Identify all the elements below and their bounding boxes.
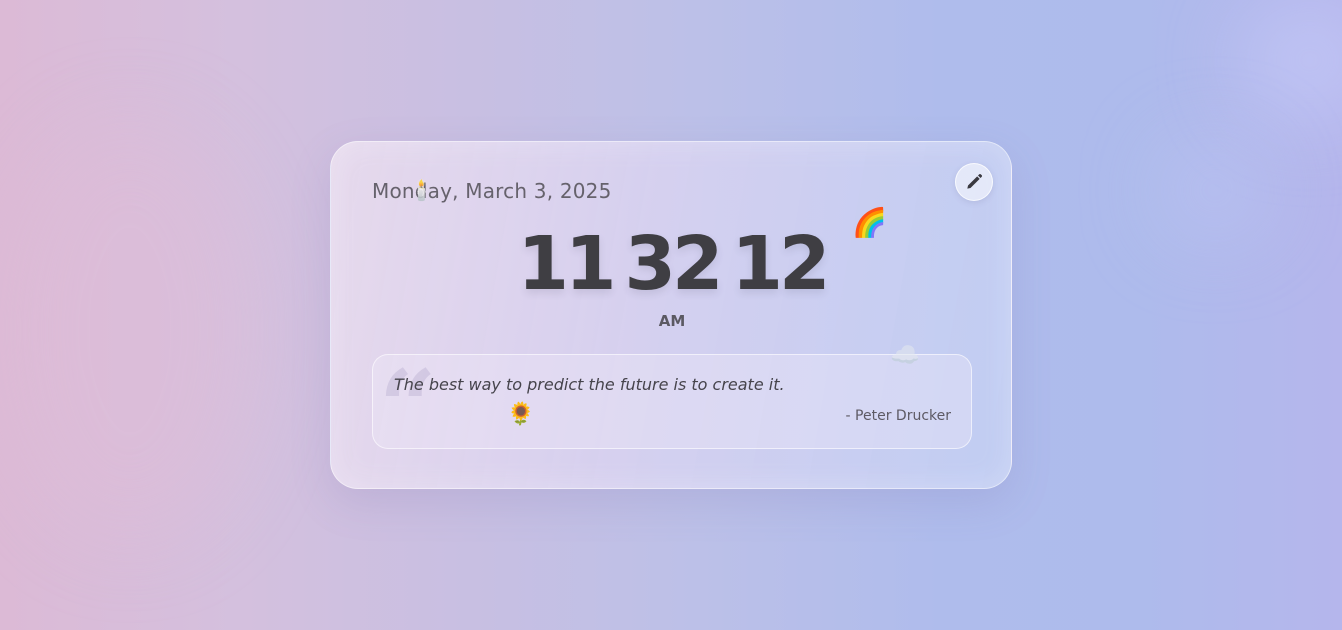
time-minutes: 32 [624, 221, 724, 307]
quote-author: - Peter Drucker [845, 408, 951, 424]
background-glow [1240, 0, 1342, 120]
quote-text: The best way to predict the future is to… [394, 375, 785, 394]
date-label: Monday, March 3, 2025 [372, 179, 612, 203]
quote-box: “ The best way to predict the future is … [372, 354, 972, 457]
sunflower-icon: 🌻 [507, 402, 535, 427]
candle-icon: 🕯️ [409, 178, 434, 202]
clock-widget-card: Monday, March 3, 2025 11 32 12 AM “ The be… [330, 141, 1012, 489]
meridiem-label: AM [658, 312, 686, 330]
cloud-icon: ☁️ [890, 341, 920, 369]
time-seconds: 12 [731, 221, 830, 307]
background-glow [1160, 140, 1270, 240]
time-hours: 11 [517, 221, 617, 307]
pencil-icon [967, 173, 983, 189]
time-display: 11 32 12 [331, 220, 1013, 308]
quote-mark-icon: “ [379, 348, 437, 466]
background-glow [0, 120, 260, 540]
edit-button[interactable] [955, 163, 993, 201]
rainbow-icon: 🌈 [852, 206, 887, 239]
